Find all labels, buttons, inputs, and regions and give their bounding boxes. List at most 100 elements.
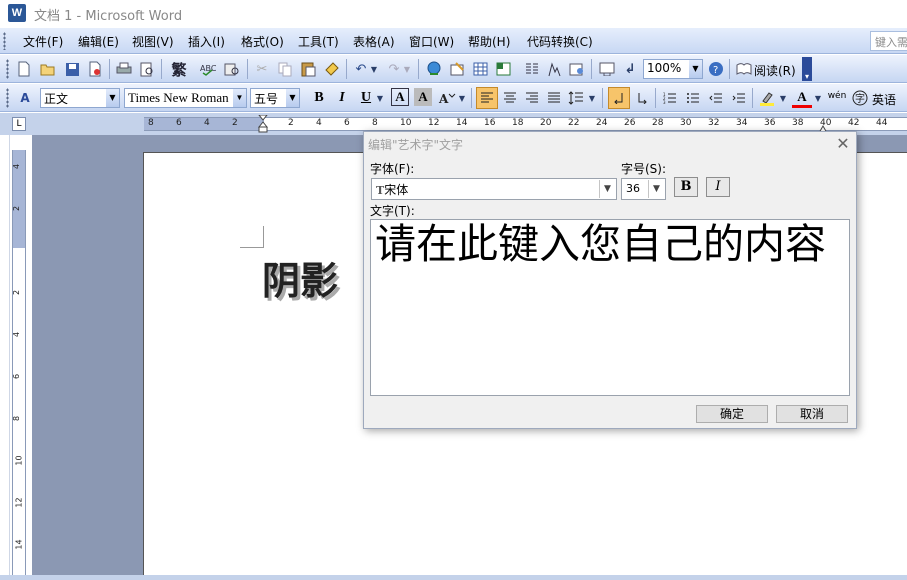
underline-button[interactable]: U — [356, 88, 376, 108]
format-painter-icon[interactable] — [321, 59, 341, 79]
numbering-icon[interactable]: 123 — [660, 88, 680, 108]
research-icon[interactable] — [222, 59, 242, 79]
font-size-combo[interactable]: 五号 ▼ — [250, 88, 300, 108]
tables-borders-icon[interactable] — [447, 59, 467, 79]
cut-icon[interactable]: ✂ — [252, 59, 272, 79]
columns-icon[interactable] — [521, 59, 541, 79]
rtl-text-button[interactable] — [633, 88, 653, 108]
toolbar-separator — [161, 59, 162, 79]
menu-tools[interactable]: 工具(T) — [298, 33, 339, 50]
toolbar-grip[interactable] — [6, 88, 9, 108]
bold-button[interactable]: B — [309, 88, 329, 108]
insert-table-icon[interactable] — [470, 59, 490, 79]
chevron-down-icon[interactable]: ▼ — [233, 89, 246, 107]
chevron-down-icon[interactable]: ▼ — [599, 180, 615, 198]
font-select-value: 宋体 — [384, 183, 409, 197]
tab-selector-button[interactable]: L — [12, 117, 26, 131]
chevron-down-icon[interactable]: ▼ — [689, 60, 702, 78]
print-icon[interactable] — [114, 59, 134, 79]
font-color-button[interactable]: A — [792, 88, 812, 108]
standard-toolbar: 繁 ABC ✂ ↶ ▼ ↷ ▼ ↲ 100% ▼ ? 阅读(R) ▾ — [0, 55, 907, 83]
menubar-grip[interactable] — [3, 32, 6, 50]
menu-edit[interactable]: 编辑(E) — [78, 33, 119, 50]
wordart-text[interactable]: 阴影 — [262, 250, 338, 305]
menu-format[interactable]: 格式(O) — [241, 33, 284, 50]
paste-icon[interactable] — [298, 59, 318, 79]
ask-question-box[interactable]: 键入需 — [870, 31, 907, 51]
enclose-character-icon[interactable]: 字 — [850, 88, 870, 108]
menu-window[interactable]: 窗口(W) — [409, 33, 454, 50]
bullets-icon[interactable] — [683, 88, 703, 108]
spelling-icon[interactable]: ABC — [198, 59, 218, 79]
underline-dropdown-icon[interactable]: ▼ — [374, 88, 386, 108]
permission-icon[interactable] — [85, 59, 105, 79]
decrease-indent-icon[interactable] — [706, 88, 726, 108]
redo-dropdown-icon[interactable]: ▼ — [401, 59, 413, 79]
line-spacing-dropdown-icon[interactable]: ▼ — [586, 88, 598, 108]
char-scale-dropdown-icon[interactable]: ▼ — [456, 88, 468, 108]
ruler-number: 32 — [708, 118, 720, 128]
dialog-bold-button[interactable]: B — [674, 177, 698, 197]
insert-excel-icon[interactable] — [493, 59, 513, 79]
toolbar-separator — [655, 88, 656, 108]
ok-button[interactable]: 确定 — [696, 405, 768, 423]
line-spacing-icon[interactable] — [566, 88, 586, 108]
align-left-button[interactable] — [476, 87, 498, 109]
drawing-icon[interactable] — [544, 59, 564, 79]
menu-view[interactable]: 视图(V) — [132, 33, 174, 50]
ltr-text-button[interactable] — [608, 87, 630, 109]
toolbar-options-icon[interactable]: ▾ — [802, 57, 812, 81]
char-scale-icon[interactable]: A — [437, 88, 457, 108]
read-icon[interactable] — [734, 59, 754, 79]
new-icon[interactable] — [14, 59, 34, 79]
hyperlink-icon[interactable] — [424, 59, 444, 79]
open-icon[interactable] — [38, 59, 58, 79]
chevron-down-icon[interactable]: ▼ — [286, 89, 299, 107]
indent-marker-icon[interactable] — [257, 114, 269, 133]
ruler-number: 2 — [232, 118, 238, 128]
align-right-button[interactable] — [522, 88, 542, 108]
justify-button[interactable] — [544, 88, 564, 108]
wordart-text-input[interactable]: 请在此键入您自己的内容 — [370, 219, 850, 396]
ruler-number: 42 — [848, 118, 860, 128]
chevron-down-icon[interactable]: ▼ — [648, 180, 664, 198]
horizontal-ruler[interactable]: 8 6 4 2 2 4 6 8 10 12 14 16 18 20 22 24 26 28 30 32 34 36 38 40… — [144, 114, 907, 134]
show-hide-icon[interactable]: ↲ — [620, 59, 640, 79]
toolbar-grip[interactable] — [6, 59, 9, 79]
style-combo[interactable]: 正文 ▼ — [40, 88, 120, 108]
phonetic-guide-button[interactable]: wén — [826, 86, 848, 106]
menu-help[interactable]: 帮助(H) — [468, 33, 510, 50]
menu-code-convert[interactable]: 代码转换(C) — [527, 33, 593, 50]
chevron-down-icon[interactable]: ▼ — [106, 89, 119, 107]
zoom-combo[interactable]: 100% ▼ — [643, 59, 703, 79]
read-button-label[interactable]: 阅读(R) — [754, 62, 796, 79]
menu-insert[interactable]: 插入(I) — [188, 33, 225, 50]
language-label[interactable]: 英语 — [872, 91, 896, 108]
align-center-button[interactable] — [500, 88, 520, 108]
increase-indent-icon[interactable] — [729, 88, 749, 108]
font-select[interactable]: T宋体 ▼ — [371, 178, 617, 200]
menu-file[interactable]: 文件(F) — [23, 33, 63, 50]
close-icon[interactable]: ✕ — [834, 135, 852, 153]
print-preview-icon[interactable] — [137, 59, 157, 79]
cancel-button[interactable]: 取消 — [776, 405, 848, 423]
highlight-icon[interactable] — [757, 88, 777, 108]
undo-dropdown-icon[interactable]: ▼ — [368, 59, 380, 79]
char-border-button[interactable]: A — [391, 88, 409, 106]
font-combo[interactable]: Times New Roman ▼ — [124, 88, 247, 108]
vertical-ruler[interactable]: 4 2 2 4 6 8 10 12 14 — [12, 150, 26, 580]
italic-button[interactable]: I — [332, 88, 352, 108]
highlight-dropdown-icon[interactable]: ▼ — [777, 88, 789, 108]
reading-layout-icon[interactable] — [597, 59, 617, 79]
traditional-chinese-icon[interactable]: 繁 — [166, 59, 192, 79]
document-map-icon[interactable] — [567, 59, 587, 79]
copy-icon[interactable] — [275, 59, 295, 79]
menu-table[interactable]: 表格(A) — [353, 33, 395, 50]
size-select[interactable]: 36 ▼ — [621, 178, 666, 200]
save-icon[interactable] — [62, 59, 82, 79]
char-shading-button[interactable]: A — [414, 88, 432, 106]
dialog-italic-button[interactable]: I — [706, 177, 730, 197]
help-icon[interactable]: ? — [706, 59, 726, 79]
font-color-dropdown-icon[interactable]: ▼ — [812, 88, 824, 108]
styles-formatting-icon[interactable]: A — [15, 88, 35, 108]
